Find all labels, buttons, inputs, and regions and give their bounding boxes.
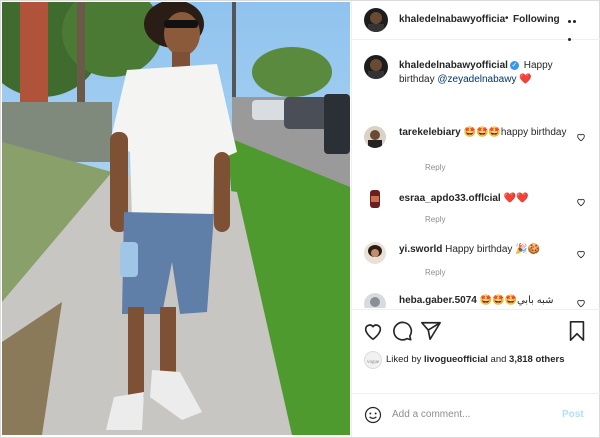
comment-avatar[interactable] — [364, 188, 386, 210]
comment-text: شبه بابي — [516, 295, 554, 306]
likes-summary: Liked by livogueofficial and 3,818 other… — [386, 354, 565, 365]
header-separator: • — [505, 13, 509, 24]
caption-avatar[interactable] — [364, 55, 388, 79]
comment-emoji: 🤩🤩🤩 — [463, 127, 501, 138]
svg-text:vogue: vogue — [367, 360, 380, 365]
post-comment-button[interactable]: Post — [562, 409, 584, 420]
comment-avatar-image — [368, 130, 382, 148]
comment-text: Happy birthday 🎉🍪 — [445, 244, 541, 255]
reply-link[interactable]: Reply — [425, 163, 445, 172]
comment-emoji: ❤️❤️ — [503, 193, 529, 204]
comment-avatar[interactable] — [364, 126, 386, 148]
caption-avatar-image — [368, 59, 384, 79]
likes-prefix: Liked by — [386, 354, 422, 365]
bookmark-icon[interactable] — [566, 320, 588, 342]
likes-middle: and — [490, 354, 507, 365]
photo-image — [2, 2, 350, 435]
following-button[interactable]: Following — [513, 14, 560, 25]
likes-count[interactable]: 3,818 others — [509, 354, 564, 365]
author-username[interactable]: khaledelnabawyofficia — [399, 14, 505, 25]
comment-text: happy birthday — [500, 127, 567, 138]
add-comment-input[interactable]: Add a comment... — [392, 409, 470, 420]
comment-avatar-image — [368, 245, 382, 257]
emoji-icon[interactable] — [364, 406, 382, 424]
post-dialog: khaledelnabawyofficia • Following khaled… — [0, 0, 600, 438]
liker-avatar[interactable]: vogue — [364, 351, 382, 369]
post-header: khaledelnabawyofficia • Following — [352, 1, 600, 42]
comment-avatar[interactable] — [364, 242, 386, 264]
comment-like-heart-icon[interactable] — [576, 298, 586, 308]
reply-link[interactable]: Reply — [425, 215, 445, 224]
comments-list: khaledelnabawyofficial ✓ Happy birthday @… — [352, 40, 600, 308]
author-avatar-image — [368, 12, 384, 32]
liker-avatar-image: vogue — [367, 360, 380, 365]
caption: khaledelnabawyofficial ✓ Happy birthday @… — [399, 59, 574, 87]
likes-user[interactable]: livogueofficial — [424, 354, 488, 365]
comment-username[interactable]: esraa_apdo33.offlcial — [399, 193, 501, 204]
caption-mention[interactable]: @zeyadelnabawy — [437, 74, 516, 85]
comment-item: heba.gaber.5074 🤩🤩🤩شبه بابي — [399, 294, 574, 308]
caption-username[interactable]: khaledelnabawyofficial — [399, 60, 508, 71]
comment-avatar-image — [370, 190, 380, 208]
comment-username[interactable]: heba.gaber.5074 — [399, 295, 477, 306]
comment-emoji: 🤩🤩🤩 — [479, 295, 517, 306]
heart-icon[interactable] — [362, 320, 384, 342]
comment-username[interactable]: tarekelebiary — [399, 127, 461, 138]
comment-avatar[interactable] — [364, 293, 386, 308]
comment-icon[interactable] — [391, 320, 413, 342]
post-side-panel: khaledelnabawyofficia • Following khaled… — [351, 1, 600, 437]
author-avatar[interactable] — [364, 8, 388, 32]
more-options-icon[interactable] — [568, 13, 582, 42]
comment-item: tarekelebiary 🤩🤩🤩happy birthday — [399, 126, 574, 140]
reply-link[interactable]: Reply — [425, 268, 445, 277]
verified-badge-icon: ✓ — [509, 60, 519, 70]
comment-item: yi.sworld Happy birthday 🎉🍪 — [399, 243, 574, 257]
comment-avatar-image — [370, 297, 380, 307]
post-photo[interactable] — [2, 2, 350, 435]
post-actions: vogue Liked by livogueofficial and 3,818… — [352, 309, 600, 394]
comment-username[interactable]: yi.sworld — [399, 244, 442, 255]
comment-like-heart-icon[interactable] — [576, 132, 586, 142]
comment-like-heart-icon[interactable] — [576, 249, 586, 259]
comment-item: esraa_apdo33.offlcial ❤️❤️ — [399, 192, 574, 206]
add-comment-row: Add a comment... Post — [352, 393, 600, 438]
share-icon[interactable] — [420, 320, 442, 342]
comment-like-heart-icon[interactable] — [576, 197, 586, 207]
caption-emoji: ❤️ — [519, 74, 532, 85]
